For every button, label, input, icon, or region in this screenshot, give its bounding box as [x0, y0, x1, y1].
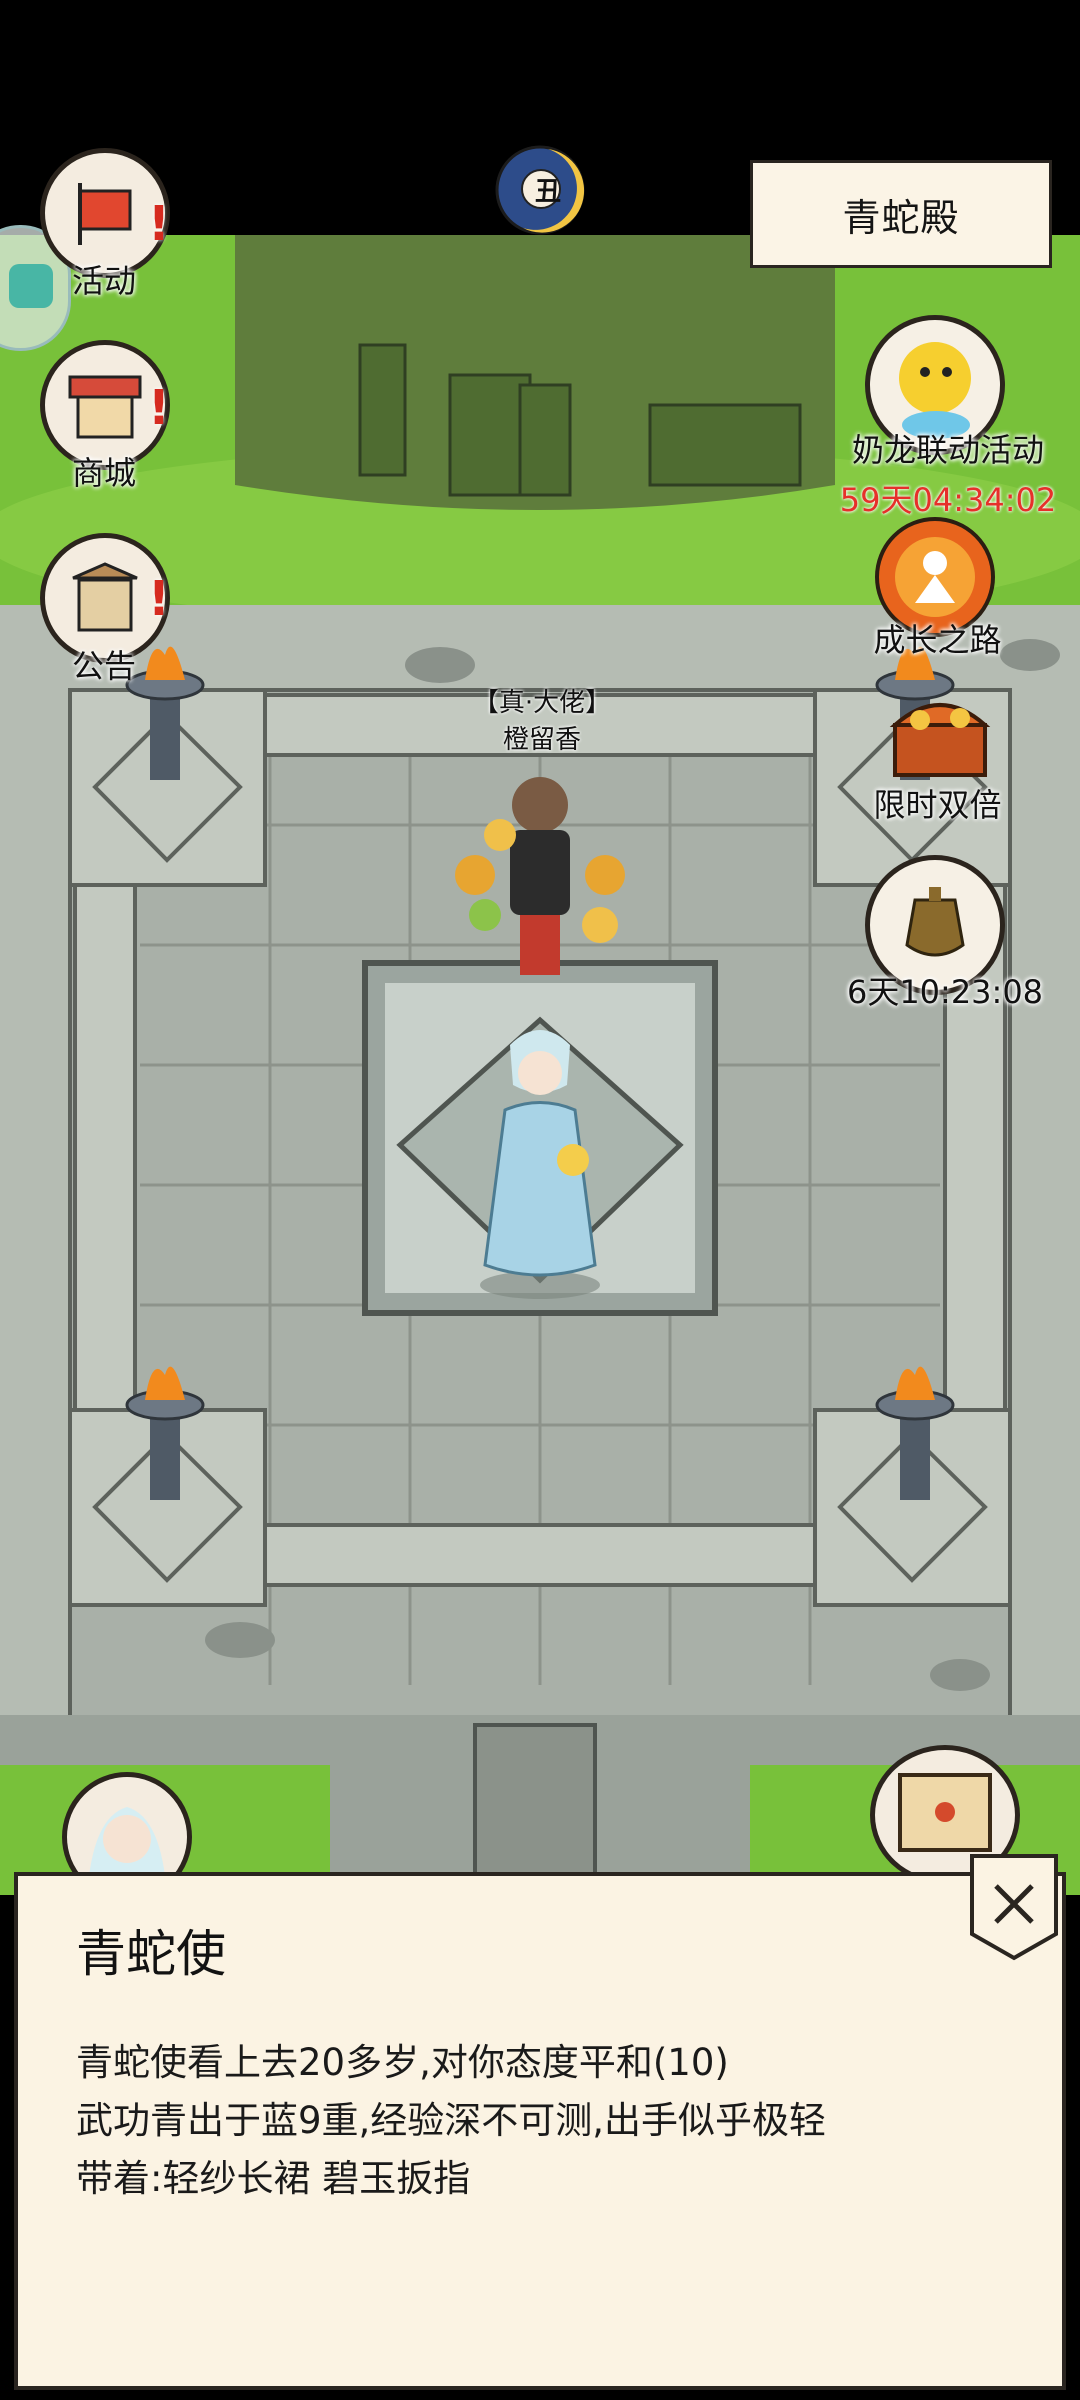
shop-button[interactable]: ! 商城: [40, 340, 190, 500]
npc-martial-info: 武功青出于蓝9重,经验深不可测,出手似乎极轻: [76, 2099, 827, 2142]
npc-info-panel: 青蛇使 青蛇使看上去20多岁,对你态度平和(10) 武功青出于蓝9重,经验深不可…: [14, 1872, 1066, 2390]
bronze-urn-button[interactable]: 6天10:23:08: [825, 855, 1065, 1025]
npc-qingsheshi-sprite[interactable]: [455, 1015, 625, 1305]
activity-label: 活动: [72, 262, 137, 300]
collab-event-label: 奶龙联动活动: [851, 431, 1044, 469]
shop-label: 商城: [72, 454, 137, 492]
player-title: 【真·大佬】: [472, 688, 612, 718]
location-name: 青蛇殿: [842, 195, 960, 240]
time-period-label: 丑: [534, 177, 561, 207]
npc-equipment: 带着:轻纱长裙 碧玉扳指: [76, 2157, 471, 2200]
collab-event-button[interactable]: 奶龙联动活动 59天04:34:02: [820, 315, 1070, 525]
bronze-urn-timer: 6天10:23:08: [846, 973, 1044, 1011]
notice-label: 公告: [72, 647, 137, 685]
npc-name: 青蛇使: [76, 1925, 226, 1983]
activity-alert-icon: !: [148, 196, 170, 252]
double-reward-label: 限时双倍: [873, 786, 1002, 824]
notice-button[interactable]: ! 公告: [40, 533, 190, 693]
location-plate: 青蛇殿: [750, 160, 1052, 268]
activity-button[interactable]: ! 活动: [40, 148, 190, 308]
close-button[interactable]: [968, 1852, 1060, 1962]
growth-road-label: 成长之路: [873, 621, 1002, 659]
growth-road-button[interactable]: 成长之路: [845, 510, 1045, 670]
player-name: 橙留香: [502, 725, 581, 755]
player-nameplate: 【真·大佬】 橙留香: [452, 682, 632, 756]
shop-alert-icon: !: [148, 380, 170, 436]
npc-description: 青蛇使看上去20多岁,对你态度平和(10): [76, 2041, 729, 2084]
double-reward-button[interactable]: 限时双倍: [845, 680, 1045, 840]
player-character[interactable]: [440, 755, 640, 1015]
treasure-chest-icon: [889, 703, 991, 777]
notice-alert-icon: !: [148, 571, 170, 627]
